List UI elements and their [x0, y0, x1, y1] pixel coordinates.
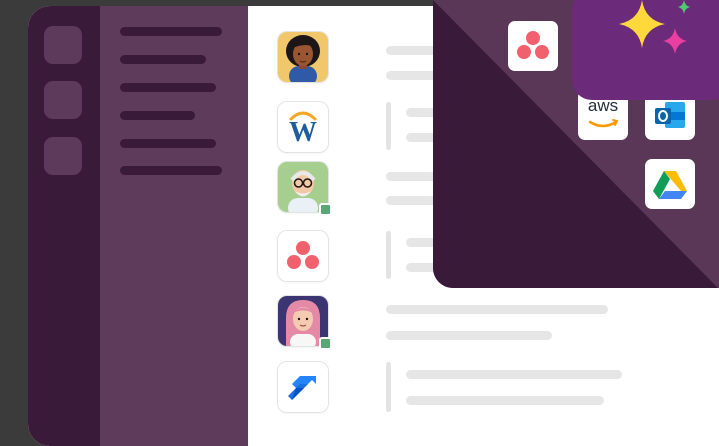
sidebar-item[interactable] — [120, 83, 216, 92]
placeholder-line — [406, 370, 622, 379]
sidebar — [100, 6, 248, 446]
asana-icon[interactable] — [278, 231, 328, 281]
workspace-button[interactable] — [44, 81, 82, 119]
placeholder-line — [386, 331, 552, 340]
thread-bar — [386, 362, 391, 412]
elderly-man-avatar-icon[interactable] — [278, 162, 332, 216]
workspace-rail — [28, 6, 100, 446]
jira-icon[interactable] — [278, 362, 328, 412]
presence-indicator — [319, 203, 332, 216]
sidebar-item[interactable] — [120, 111, 195, 120]
workspace-button[interactable] — [44, 26, 82, 64]
thread-bar — [386, 102, 391, 150]
workspace-button[interactable] — [44, 137, 82, 175]
sidebar-item[interactable] — [120, 55, 206, 64]
sidebar-item[interactable] — [120, 27, 222, 36]
sparkles-icon — [619, 0, 690, 54]
workday-letter: W — [289, 117, 317, 148]
sidebar-item[interactable] — [120, 139, 216, 148]
presence-indicator — [319, 337, 332, 350]
thread-bar — [386, 231, 391, 279]
placeholder-line — [406, 396, 604, 405]
sparkles-badge — [572, 0, 719, 100]
placeholder-line — [386, 305, 608, 314]
sidebar-item[interactable] — [120, 166, 222, 175]
workday-icon[interactable]: W — [278, 102, 328, 152]
pink-haired-woman-avatar-icon[interactable] — [278, 296, 332, 350]
woman-avatar-icon[interactable] — [278, 32, 328, 82]
